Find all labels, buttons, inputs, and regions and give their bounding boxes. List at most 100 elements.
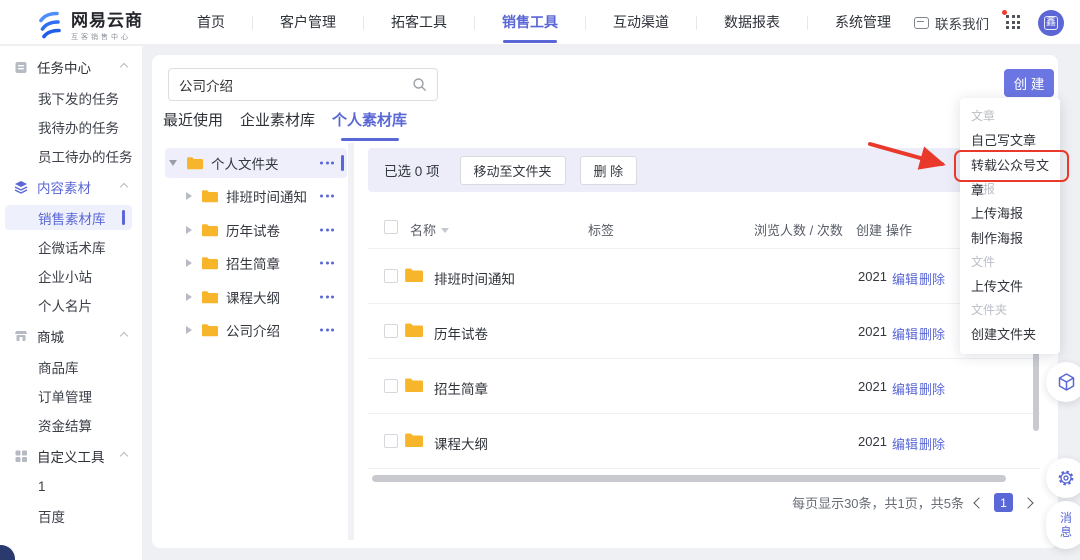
tree-item[interactable]: 课程大纲 <box>152 280 348 314</box>
sidebar-item-wecom-scripts[interactable]: 企微话术库 <box>0 232 142 261</box>
nav-system-management[interactable]: 系统管理 <box>808 0 918 45</box>
tree-root-personal-folder[interactable]: 个人文件夹 <box>152 146 348 180</box>
delete-link[interactable]: 删除 <box>919 269 945 288</box>
tab-recently-used[interactable]: 最近使用 <box>163 109 223 141</box>
create-button[interactable]: 创 建 <box>1004 69 1054 97</box>
folder-icon <box>202 290 218 304</box>
selection-bar <box>341 155 344 171</box>
caret-right-icon[interactable] <box>186 259 192 268</box>
widget-cube-button[interactable] <box>1046 362 1080 402</box>
table-row[interactable]: 排班时间通知 2021 编辑 删除 <box>368 249 1040 304</box>
sidebar-group-content-material[interactable]: 内容素材 <box>0 170 142 203</box>
page-number[interactable]: 1 <box>994 493 1013 512</box>
contact-us-button[interactable]: 联系我们 <box>914 13 989 33</box>
sidebar-item-company-site[interactable]: 企业小站 <box>0 261 142 290</box>
top-nav: 网易云商 互客销售中心 首页 客户管理 拓客工具 销售工具 互动渠道 数据报表 … <box>0 0 1080 45</box>
sidebar-item-funds-settlement[interactable]: 资金结算 <box>0 410 142 439</box>
more-icon[interactable] <box>320 161 334 165</box>
menu-item-upload-file[interactable]: 上传文件 <box>960 274 1060 299</box>
edit-link[interactable]: 编辑 <box>892 269 918 288</box>
tab-enterprise-library[interactable]: 企业素材库 <box>240 109 315 141</box>
filter-icon[interactable] <box>441 228 450 233</box>
search-input[interactable] <box>179 77 412 92</box>
sidebar-group-label: 任务中心 <box>37 60 91 76</box>
sidebar-group-mall[interactable]: 商城 <box>0 319 142 352</box>
nav-data-reports[interactable]: 数据报表 <box>697 0 807 45</box>
caret-right-icon[interactable] <box>186 192 192 201</box>
gear-icon <box>1058 470 1074 486</box>
folder-tree: 个人文件夹 排班时间通知 历年试卷 招生简章 课程大纲 公司介绍 <box>152 146 348 542</box>
horizontal-scrollbar[interactable] <box>372 475 1006 482</box>
content-icon <box>14 180 28 194</box>
row-checkbox[interactable] <box>384 434 398 448</box>
sidebar-item-tasks-issued[interactable]: 我下发的任务 <box>0 83 142 112</box>
more-icon[interactable] <box>320 228 334 232</box>
settings-button[interactable] <box>1046 458 1080 498</box>
table-body: 排班时间通知 2021 编辑 删除 历年试卷 2021 编辑 删除 招生简章 2… <box>368 249 1040 469</box>
folder-icon <box>202 257 218 270</box>
caret-right-icon[interactable] <box>186 225 192 234</box>
row-name: 排班时间通知 <box>434 272 515 287</box>
column-name: 名称 <box>410 220 450 239</box>
row-checkbox[interactable] <box>384 379 398 393</box>
more-icon[interactable] <box>320 328 334 332</box>
sidebar-group-task-center[interactable]: 任务中心 <box>0 50 142 83</box>
row-checkbox[interactable] <box>384 269 398 283</box>
sidebar-group-label: 商城 <box>37 329 64 345</box>
table-row[interactable]: 课程大纲 2021 编辑 删除 <box>368 414 1040 469</box>
more-icon[interactable] <box>320 194 334 198</box>
caret-down-icon[interactable] <box>169 159 177 166</box>
nav-prospecting-tools[interactable]: 拓客工具 <box>364 0 474 45</box>
delete-link[interactable]: 删除 <box>919 324 945 343</box>
prev-page-icon[interactable] <box>973 496 985 509</box>
delete-link[interactable]: 删除 <box>919 434 945 453</box>
tree-item[interactable]: 历年试卷 <box>152 213 348 247</box>
delete-button[interactable]: 删 除 <box>579 155 638 185</box>
nav-interaction-channels[interactable]: 互动渠道 <box>586 0 696 45</box>
sidebar-item-order-management[interactable]: 订单管理 <box>0 381 142 410</box>
tree-item[interactable]: 排班时间通知 <box>152 180 348 214</box>
row-checkbox[interactable] <box>384 324 398 338</box>
menu-item-make-poster[interactable]: 制作海报 <box>960 226 1060 251</box>
tree-item[interactable]: 招生简章 <box>152 247 348 281</box>
active-item-bar <box>122 210 125 225</box>
table-row[interactable]: 历年试卷 2021 编辑 删除 <box>368 304 1040 359</box>
sidebar-group-custom-tools[interactable]: 自定义工具 <box>0 439 142 472</box>
caret-right-icon[interactable] <box>186 292 192 301</box>
sidebar-item-personal-card[interactable]: 个人名片 <box>0 290 142 319</box>
edit-link[interactable]: 编辑 <box>892 379 918 398</box>
edit-link[interactable]: 编辑 <box>892 324 918 343</box>
table-row[interactable]: 招生简章 2021 编辑 删除 <box>368 359 1040 414</box>
nav-home[interactable]: 首页 <box>170 0 252 45</box>
tab-personal-library[interactable]: 个人素材库 <box>332 109 407 141</box>
messages-button[interactable]: 消息 <box>1046 501 1080 549</box>
menu-item-create-folder[interactable]: 创建文件夹 <box>960 322 1060 347</box>
delete-link[interactable]: 删除 <box>919 379 945 398</box>
search-box[interactable] <box>168 68 438 101</box>
avatar[interactable]: 鑫 <box>1038 9 1064 36</box>
folder-icon <box>405 323 423 338</box>
menu-item-repost-official-account-article[interactable]: 转载公众号文章 <box>954 149 1069 198</box>
caret-right-icon[interactable] <box>186 326 192 335</box>
sidebar-item-tasks-todo[interactable]: 我待办的任务 <box>0 112 142 141</box>
more-icon[interactable] <box>320 295 334 299</box>
more-icon[interactable] <box>320 261 334 265</box>
chat-icon <box>914 16 929 29</box>
tree-item[interactable]: 公司介绍 <box>152 314 348 348</box>
apps-grid-icon[interactable] <box>1002 10 1021 30</box>
pagination-summary: 每页显示30条，共1页，共5条 <box>792 496 964 511</box>
nav-customer-management[interactable]: 客户管理 <box>253 0 363 45</box>
select-all-checkbox[interactable] <box>384 220 398 234</box>
next-page-icon[interactable] <box>1022 496 1034 509</box>
sidebar-item-custom-1[interactable]: 1 <box>0 472 142 501</box>
menu-item-upload-poster[interactable]: 上传海报 <box>960 201 1060 226</box>
sidebar-item-tasks-staff-todo[interactable]: 员工待办的任务 <box>0 141 142 170</box>
sidebar-group-label: 自定义工具 <box>37 449 105 465</box>
sidebar-item-baidu[interactable]: 百度 <box>0 501 142 530</box>
sidebar-item-sales-material-library[interactable]: 销售素材库 <box>0 203 142 232</box>
pagination: 每页显示30条，共1页，共5条 1 <box>792 493 1034 512</box>
sidebar-item-product-library[interactable]: 商品库 <box>0 352 142 381</box>
nav-sales-tools[interactable]: 销售工具 <box>475 0 585 45</box>
move-to-folder-button[interactable]: 移动至文件夹 <box>459 155 566 185</box>
edit-link[interactable]: 编辑 <box>892 434 918 453</box>
